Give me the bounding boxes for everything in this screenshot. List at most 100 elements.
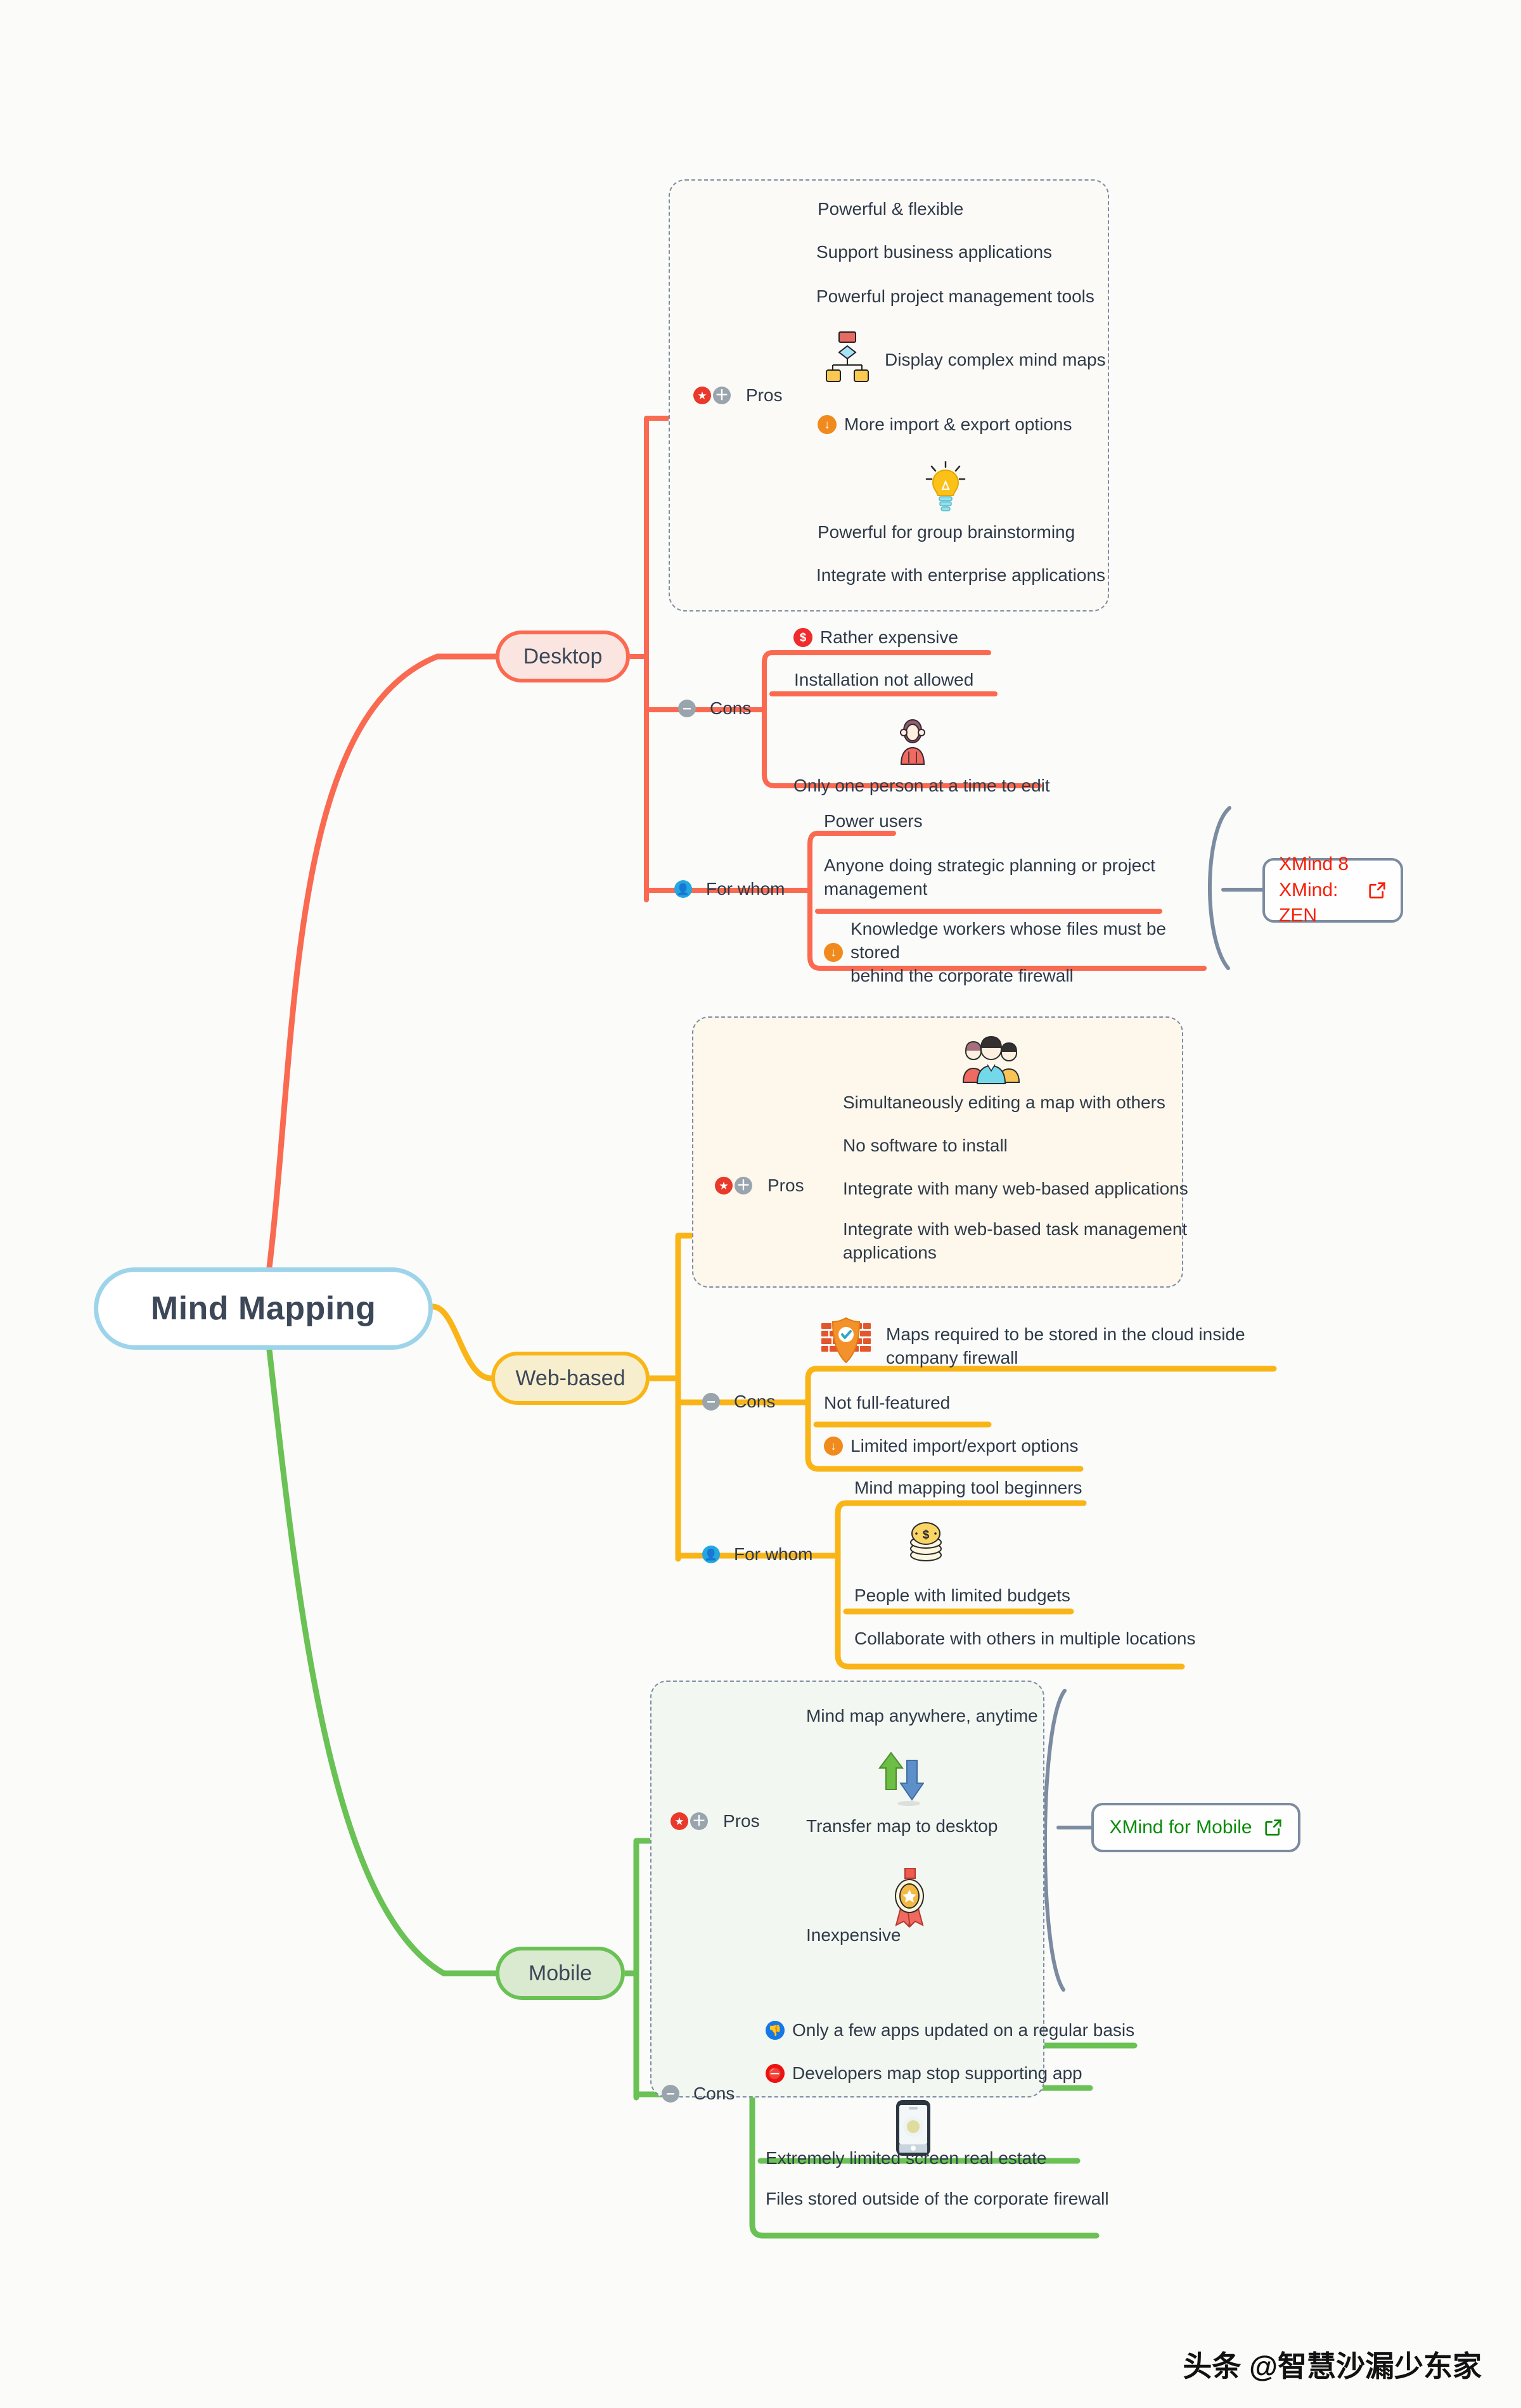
leaf-label: Integrate with many web-based applicatio… <box>843 1179 1188 1198</box>
leaf-label: Only one person at a time to edit <box>793 776 1050 795</box>
group-web-cons[interactable]: – Cons <box>702 1392 775 1412</box>
group-mobile-cons[interactable]: – Cons <box>662 2084 735 2104</box>
leaf-label: Powerful project management tools <box>816 286 1094 306</box>
leaf-label: Installation not allowed <box>794 670 974 689</box>
group-web-forwhom-label: For whom <box>734 1544 813 1564</box>
user-icon: 👤 <box>674 880 692 898</box>
group-desktop-pros-label: Pros <box>746 385 783 405</box>
leaf-label: Simultaneously editing a map with others <box>843 1092 1165 1112</box>
leaf-label: Support business applications <box>816 242 1053 262</box>
orange-down-arrow-icon: ↓ <box>824 943 843 963</box>
thumbs-down-icon: 👎 <box>766 2021 785 2040</box>
leaf-label: Integrate with web-based task management… <box>843 1219 1188 1262</box>
leaf-desktop-forwhom-0[interactable]: Power users <box>824 810 923 833</box>
leaf-label: Collaborate with others in multiple loca… <box>854 1629 1196 1648</box>
leaf-web-cons-1[interactable]: Not full-featured <box>824 1392 950 1415</box>
leaf-mobile-pros-0[interactable]: Mind map anywhere, anytime <box>806 1705 1038 1728</box>
leaf-desktop-pros-0[interactable]: Powerful & flexible <box>818 198 963 221</box>
leaf-label: Transfer map to desktop <box>806 1816 998 1836</box>
branch-desktop-label: Desktop <box>523 644 603 669</box>
leaf-label: Limited import/export options <box>850 1436 1079 1456</box>
leaf-web-pros-2[interactable]: Integrate with many web-based applicatio… <box>843 1177 1188 1201</box>
stop-icon: ⛔ <box>766 2064 785 2084</box>
leaf-label: Mind mapping tool beginners <box>854 1478 1082 1497</box>
leaf-mobile-cons-2[interactable]: Extremely limited screen real estate <box>766 2147 1047 2170</box>
leaf-web-forwhom-0[interactable]: Mind mapping tool beginners <box>854 1476 1082 1500</box>
leaf-desktop-cons-2[interactable]: Only one person at a time to edit <box>793 774 1050 798</box>
coins-icon: $ <box>910 1522 942 1561</box>
dollar-icon: $ <box>793 628 812 648</box>
minus-icon: – <box>702 1393 720 1411</box>
mindmap-canvas: Mind Mapping Desktop Web-based Mobile ★ … <box>0 0 1521 2408</box>
summary-desktop-xmind[interactable]: XMind 8 XMind: ZEN <box>1262 854 1403 926</box>
leaf-web-pros-1[interactable]: No software to install <box>843 1134 1008 1158</box>
leaf-mobile-cons-3[interactable]: Files stored outside of the corporate fi… <box>766 2187 1109 2211</box>
root-node-label: Mind Mapping <box>150 1290 376 1327</box>
leaf-label: Extremely limited screen real estate <box>766 2148 1047 2168</box>
org-chart-icon <box>826 331 869 382</box>
leaf-label: Rather expensive <box>820 627 958 647</box>
leaf-mobile-cons-0[interactable]: 👎 Only a few apps updated on a regular b… <box>766 2019 1134 2042</box>
group-desktop-forwhom[interactable]: 👤 For whom <box>674 879 785 899</box>
user-icon: 👤 <box>702 1546 720 1563</box>
leaf-label: More import & export options <box>844 414 1072 434</box>
leaf-web-forwhom-2[interactable]: Collaborate with others in multiple loca… <box>854 1627 1196 1651</box>
svg-text:$: $ <box>923 1528 930 1542</box>
group-web-forwhom[interactable]: 👤 For whom <box>702 1544 812 1565</box>
leaf-label: Not full-featured <box>824 1393 951 1412</box>
leaf-label: Power users <box>824 811 923 831</box>
team-group-icon <box>962 1035 1020 1084</box>
group-desktop-cons[interactable]: – Cons <box>678 698 751 719</box>
leaf-desktop-pros-4[interactable]: ↓ More import & export options <box>818 413 1072 437</box>
leaf-label: Integrate with enterprise applications <box>816 565 1106 585</box>
leaf-web-pros-0[interactable]: Simultaneously editing a map with others <box>843 1091 1165 1115</box>
leaf-label: Knowledge workers whose files must be st… <box>850 919 1167 985</box>
root-node[interactable]: Mind Mapping <box>94 1267 433 1350</box>
group-web-pros-label: Pros <box>767 1175 804 1195</box>
leaf-desktop-pros-2[interactable]: Powerful project management tools <box>816 285 1094 309</box>
group-mobile-pros[interactable]: ★ ＋ Pros <box>671 1811 760 1831</box>
plus-icon: ＋ <box>735 1177 752 1194</box>
plus-icon: ＋ <box>713 387 731 404</box>
firewall-shield-icon <box>821 1317 871 1364</box>
leaf-desktop-pros-6[interactable]: Integrate with enterprise applications <box>816 564 1105 587</box>
external-link-icon[interactable] <box>1368 881 1387 900</box>
leaf-label: Powerful & flexible <box>818 199 964 219</box>
leaf-web-forwhom-1[interactable]: People with limited budgets <box>854 1584 1070 1608</box>
orange-down-arrow-icon: ↓ <box>818 415 837 435</box>
branch-web-based[interactable]: Web-based <box>491 1352 650 1405</box>
leaf-label: Developers map stop supporting app <box>792 2063 1082 2083</box>
branch-web-based-label: Web-based <box>515 1366 626 1390</box>
leaf-label: Powerful for group brainstorming <box>818 522 1075 542</box>
leaf-mobile-cons-1[interactable]: ⛔ Developers map stop supporting app <box>766 2062 1082 2085</box>
leaf-desktop-pros-5[interactable]: Powerful for group brainstorming <box>818 521 1075 544</box>
leaf-desktop-pros-3[interactable]: Display complex mind maps <box>885 349 1106 372</box>
group-web-pros[interactable]: ★ ＋ Pros <box>715 1175 804 1196</box>
orange-down-arrow-icon: ↓ <box>824 1437 843 1456</box>
leaf-web-cons-2[interactable]: ↓ Limited import/export options <box>824 1435 1079 1458</box>
group-desktop-pros[interactable]: ★ ＋ Pros <box>693 385 783 406</box>
branch-mobile-label: Mobile <box>528 1961 593 1985</box>
leaf-web-pros-3[interactable]: Integrate with web-based task management… <box>843 1218 1204 1265</box>
leaf-desktop-forwhom-1[interactable]: Anyone doing strategic planning or proje… <box>824 854 1179 901</box>
leaf-mobile-pros-1[interactable]: Transfer map to desktop <box>806 1815 998 1838</box>
leaf-label: No software to install <box>843 1136 1008 1155</box>
leaf-label: Only a few apps updated on a regular bas… <box>792 2020 1135 2040</box>
branch-mobile[interactable]: Mobile <box>496 1947 625 2000</box>
minus-icon: – <box>662 2085 679 2103</box>
group-mobile-pros-label: Pros <box>723 1811 760 1831</box>
summary-label: XMind for Mobile <box>1109 1816 1252 1838</box>
summary-mobile-xmind[interactable]: XMind for Mobile <box>1091 1803 1300 1852</box>
external-link-icon[interactable] <box>1264 1818 1283 1837</box>
branch-desktop[interactable]: Desktop <box>496 631 630 682</box>
leaf-label: Maps required to be stored in the cloud … <box>886 1324 1245 1367</box>
leaf-desktop-forwhom-2[interactable]: ↓ Knowledge workers whose files must be … <box>824 918 1204 988</box>
leaf-desktop-pros-1[interactable]: Support business applications <box>816 241 1052 264</box>
summary-label: XMind 8 XMind: ZEN <box>1279 854 1349 926</box>
leaf-web-cons-0[interactable]: Maps required to be stored in the cloud … <box>886 1323 1279 1370</box>
minus-icon: – <box>678 700 696 717</box>
leaf-desktop-cons-1[interactable]: Installation not allowed <box>794 669 973 692</box>
leaf-mobile-pros-2[interactable]: Inexpensive <box>806 1924 901 1947</box>
leaf-label: People with limited budgets <box>854 1585 1070 1605</box>
leaf-desktop-cons-0[interactable]: $ Rather expensive <box>793 626 958 650</box>
